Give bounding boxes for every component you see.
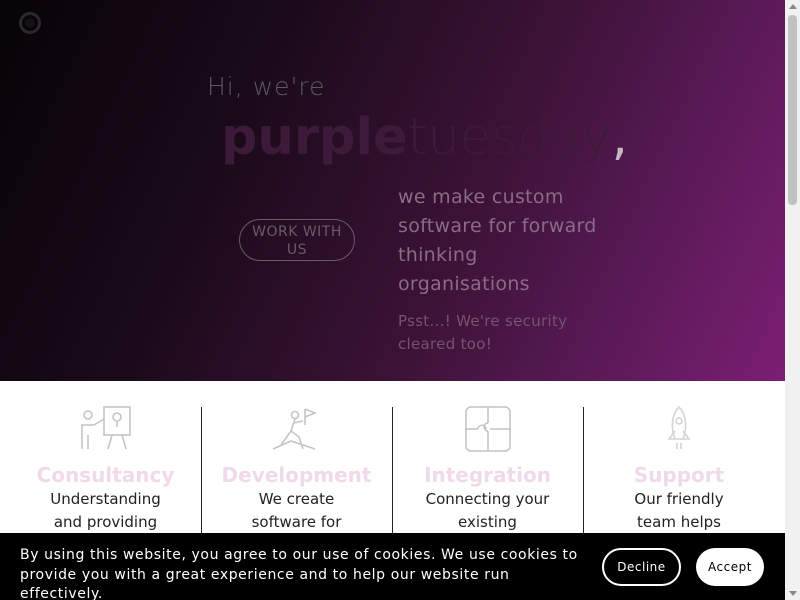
security-note: Psst...! We're security cleared too!	[398, 312, 568, 353]
scroll-down-arrow-icon[interactable]	[789, 591, 797, 596]
accept-button[interactable]: Accept	[696, 548, 764, 586]
service-description: Understanding and providing	[50, 490, 161, 531]
service-description: Connecting your existing	[425, 490, 550, 531]
logo-icon[interactable]	[19, 12, 41, 34]
brand-comma: ,	[611, 108, 628, 167]
hero-tagline: we make custom software for forward thin…	[398, 186, 597, 295]
puzzle-icon	[465, 406, 511, 452]
service-description: We create software for	[251, 490, 342, 531]
service-title: Support	[633, 463, 725, 487]
hero-section: Hi, we're purpletuesday, WORK WITH US we…	[0, 0, 785, 381]
brand-wordmark: purpletuesday,	[221, 108, 628, 168]
scrollbar-thumb[interactable]	[788, 15, 797, 205]
work-with-us-button[interactable]: WORK WITH US	[239, 219, 355, 261]
decline-button[interactable]: Decline	[602, 548, 681, 586]
service-title: Integration	[424, 463, 551, 487]
brand-light: tuesday	[407, 108, 612, 167]
vertical-scrollbar[interactable]	[785, 0, 800, 600]
service-description: Our friendly team helps	[634, 490, 724, 531]
cookie-message: By using this website, you agree to our …	[20, 547, 578, 600]
service-title: Consultancy	[36, 463, 175, 487]
presentation-icon	[81, 406, 131, 450]
climber-flag-icon	[272, 408, 318, 450]
service-title: Development	[221, 463, 372, 487]
scroll-up-arrow-icon[interactable]	[789, 4, 797, 9]
page: Hi, we're purpletuesday, WORK WITH US we…	[0, 0, 785, 600]
brand-bold: purple	[221, 108, 408, 167]
rocket-icon	[667, 405, 691, 449]
hero-greeting: Hi, we're	[207, 72, 326, 101]
cookie-banner: By using this website, you agree to our …	[0, 533, 785, 600]
